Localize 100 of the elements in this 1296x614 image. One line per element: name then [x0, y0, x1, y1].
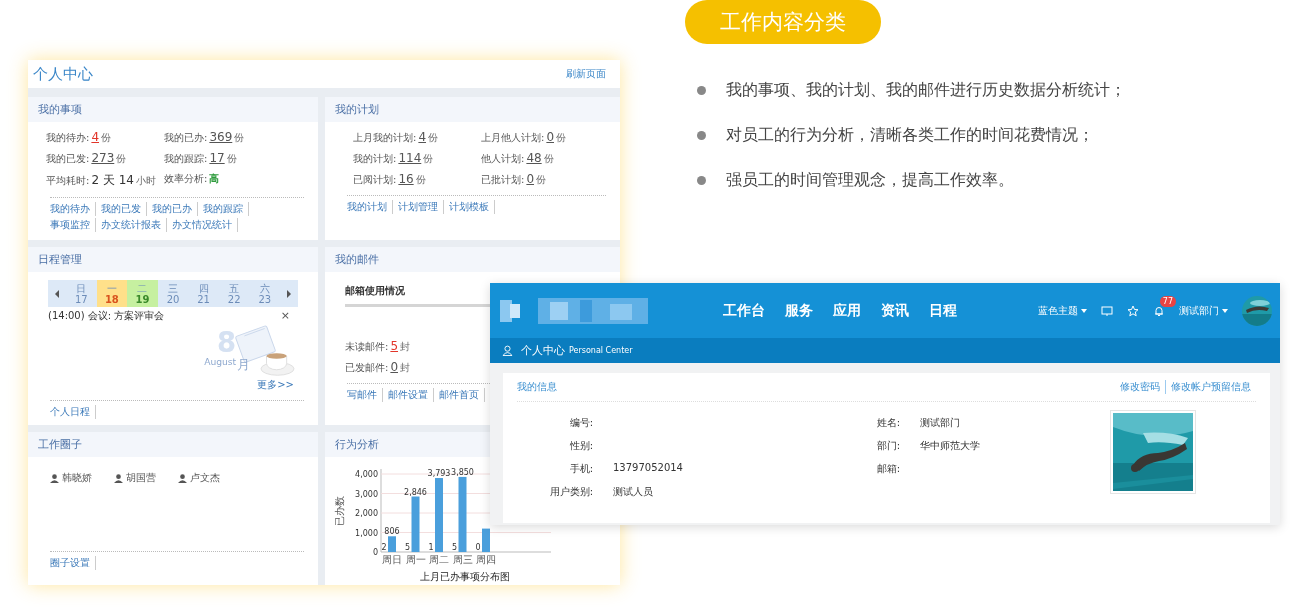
panel-link[interactable]: 个人日程	[50, 405, 96, 419]
stat-label: 已阅计划:	[353, 173, 397, 187]
panel-link[interactable]: 事项监控	[50, 218, 96, 232]
logo-icon	[500, 295, 650, 326]
stat-value: 4	[91, 130, 99, 144]
panel-link[interactable]: 我的待办	[50, 202, 96, 216]
caret-icon	[1222, 308, 1228, 313]
panel-link[interactable]: 计划模板	[449, 200, 495, 214]
stat-value[interactable]: 16	[398, 172, 414, 186]
nav-item[interactable]: 工作台	[723, 301, 765, 320]
field-label: 性别:	[568, 439, 593, 453]
stat-unit: 份	[101, 131, 111, 145]
stat-label: 已批计划:	[481, 173, 525, 187]
stat-value[interactable]: 0	[526, 172, 534, 186]
previous-arrow-icon[interactable]	[54, 289, 60, 298]
panel-link[interactable]: 计划管理	[398, 200, 444, 214]
nav-item[interactable]: 资讯	[881, 301, 909, 320]
panel-link[interactable]: 圈子设置	[50, 556, 96, 570]
stat-value[interactable]: 4	[418, 130, 426, 144]
stat-unit: 小时	[135, 174, 156, 188]
member-name[interactable]: 韩晓娇	[62, 471, 92, 485]
y-tick-label: 0	[372, 548, 378, 557]
calendar-day[interactable]: 一 18	[96, 280, 128, 307]
stat-value[interactable]: 369	[209, 130, 233, 144]
stat-value[interactable]: 273	[91, 151, 115, 165]
value-label: 3,793	[427, 469, 451, 479]
panel-link[interactable]: 我的跟踪	[203, 202, 249, 216]
stat-unit: 份	[226, 152, 237, 166]
chart-title: 上月已办事项分布图	[420, 571, 510, 582]
calendar-day[interactable]: 五 22	[218, 280, 250, 307]
stat-value[interactable]: 48	[526, 151, 542, 165]
stat-label: 我的已办:	[164, 131, 208, 145]
calendar-day[interactable]: 六 23	[249, 280, 281, 307]
panel-link[interactable]: 我的已办	[152, 202, 198, 216]
mailbox-usage-label: 邮箱使用情况	[345, 284, 405, 298]
stat-label: 我的跟踪:	[164, 152, 208, 166]
x-tick-label: 周四	[476, 554, 496, 565]
y-tick-label: 3,000	[355, 489, 378, 499]
nav-item[interactable]: 日程	[929, 301, 957, 320]
account-link[interactable]: 修改帐户预留信息	[1165, 380, 1256, 394]
value-label: 1	[428, 543, 434, 552]
x-tick-label: 周日	[382, 554, 402, 565]
user-menu[interactable]: 测试部门	[1178, 303, 1228, 318]
calendar-day[interactable]: 四 21	[188, 280, 219, 307]
stat-unit: 份	[415, 173, 426, 187]
panel-link[interactable]: 办文情况统计	[172, 218, 238, 232]
more-link[interactable]: 更多>>	[257, 378, 299, 392]
stat-value[interactable]: 0	[390, 360, 398, 374]
stat-value: 5	[390, 339, 398, 353]
field-label: 编号:	[568, 416, 593, 430]
bell-icon[interactable]	[1152, 304, 1165, 317]
calendar-day[interactable]: 三 20	[157, 280, 189, 307]
value-label: 2,846	[404, 487, 427, 497]
theme-menu[interactable]: 蓝色主题	[1037, 303, 1087, 318]
account-link[interactable]: 修改密码	[1115, 380, 1165, 394]
stat-label: 我的计划:	[353, 152, 397, 166]
notification-badge: 77	[1159, 295, 1176, 307]
stat-value[interactable]: 114	[398, 151, 422, 165]
member-name[interactable]: 胡国营	[126, 471, 156, 485]
star-icon[interactable]	[1126, 304, 1139, 317]
nav-item[interactable]: 服务	[785, 301, 813, 320]
window-title: 个人中心	[33, 64, 93, 84]
panel-link[interactable]: 我的计划	[347, 200, 393, 214]
user-icon	[50, 473, 59, 483]
stat-label: 他人计划:	[481, 152, 525, 166]
close-icon[interactable]: ×	[280, 309, 290, 323]
stat-label: 我的已发:	[46, 152, 90, 166]
stat-value[interactable]: 0	[546, 130, 554, 144]
field-label: 用户类别:	[548, 485, 593, 499]
panel-link[interactable]: 办文统计报表	[101, 218, 167, 232]
panel-link[interactable]: 邮件设置	[388, 388, 434, 402]
stat-unit: 封	[400, 340, 410, 354]
panel-link[interactable]: 写邮件	[347, 388, 383, 402]
calendar-day[interactable]: 日 17	[66, 280, 97, 307]
field-label: 部门:	[875, 439, 900, 453]
value-label: 806	[384, 527, 400, 537]
stat-label: 已发邮件:	[345, 361, 389, 375]
field-value: 测试部门	[920, 417, 960, 428]
stat-unit: 封	[400, 361, 410, 375]
next-arrow-icon[interactable]	[286, 289, 293, 298]
user-icon	[114, 473, 123, 483]
caret-icon	[1080, 308, 1087, 313]
bar	[411, 496, 420, 552]
field-value: 华中师范大学	[920, 440, 980, 451]
monitor-icon[interactable]	[1100, 304, 1113, 317]
y-tick-label: 4,000	[355, 470, 378, 479]
value-label: 3,850	[451, 467, 474, 477]
panel-link[interactable]: 邮件首页	[439, 388, 485, 402]
panel-link[interactable]: 我的已发	[101, 202, 147, 216]
nav-item[interactable]: 应用	[833, 301, 861, 320]
member-name[interactable]: 卢文杰	[190, 471, 220, 485]
field-label: 邮箱:	[875, 462, 900, 476]
panel-title: 行为分析	[335, 437, 379, 452]
section-title-badge: 工作内容分类	[685, 0, 881, 44]
bar	[482, 528, 490, 552]
x-tick-label: 周三	[452, 554, 473, 565]
stat-value[interactable]: 17	[209, 151, 225, 165]
calendar-event[interactable]: (14:00) 会议: 方案评审会	[48, 309, 165, 323]
value-label: 5	[451, 543, 458, 552]
refresh-link[interactable]: 刷新页面	[566, 67, 606, 81]
